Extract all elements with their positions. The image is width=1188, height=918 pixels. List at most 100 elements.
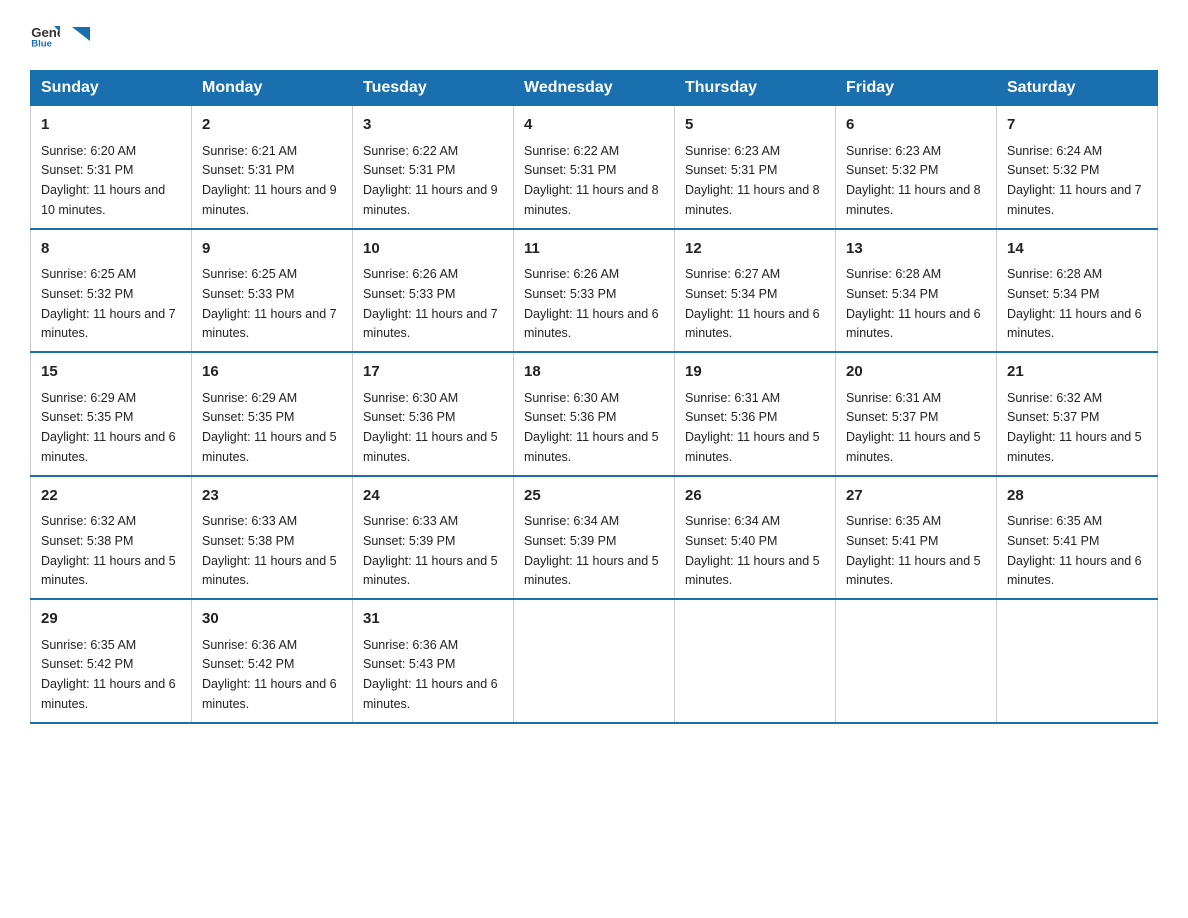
day-daylight: Daylight: 11 hours and 10 minutes. bbox=[41, 183, 165, 217]
logo-icon: General Blue bbox=[30, 20, 60, 50]
calendar-cell: 12 Sunrise: 6:27 AM Sunset: 5:34 PM Dayl… bbox=[675, 229, 836, 353]
day-sunset: Sunset: 5:35 PM bbox=[41, 410, 133, 424]
day-daylight: Daylight: 11 hours and 6 minutes. bbox=[685, 307, 820, 341]
page-header: General Blue bbox=[30, 20, 1158, 50]
calendar-cell: 15 Sunrise: 6:29 AM Sunset: 5:35 PM Dayl… bbox=[31, 352, 192, 476]
day-sunrise: Sunrise: 6:24 AM bbox=[1007, 144, 1102, 158]
calendar-cell: 8 Sunrise: 6:25 AM Sunset: 5:32 PM Dayli… bbox=[31, 229, 192, 353]
calendar-cell: 23 Sunrise: 6:33 AM Sunset: 5:38 PM Dayl… bbox=[192, 476, 353, 600]
day-sunrise: Sunrise: 6:34 AM bbox=[524, 514, 619, 528]
day-sunrise: Sunrise: 6:20 AM bbox=[41, 144, 136, 158]
weekday-header-tuesday: Tuesday bbox=[353, 71, 514, 106]
day-daylight: Daylight: 11 hours and 6 minutes. bbox=[41, 677, 176, 711]
calendar-week-row: 8 Sunrise: 6:25 AM Sunset: 5:32 PM Dayli… bbox=[31, 229, 1158, 353]
day-sunrise: Sunrise: 6:31 AM bbox=[846, 391, 941, 405]
day-daylight: Daylight: 11 hours and 5 minutes. bbox=[846, 554, 981, 588]
day-sunrise: Sunrise: 6:32 AM bbox=[1007, 391, 1102, 405]
calendar-week-row: 29 Sunrise: 6:35 AM Sunset: 5:42 PM Dayl… bbox=[31, 599, 1158, 723]
calendar-cell: 6 Sunrise: 6:23 AM Sunset: 5:32 PM Dayli… bbox=[836, 106, 997, 229]
day-sunrise: Sunrise: 6:33 AM bbox=[202, 514, 297, 528]
calendar-cell bbox=[997, 599, 1158, 723]
day-daylight: Daylight: 11 hours and 6 minutes. bbox=[846, 307, 981, 341]
day-number: 3 bbox=[363, 114, 503, 137]
day-number: 15 bbox=[41, 361, 181, 384]
day-number: 11 bbox=[524, 238, 664, 261]
day-number: 18 bbox=[524, 361, 664, 384]
calendar-cell: 7 Sunrise: 6:24 AM Sunset: 5:32 PM Dayli… bbox=[997, 106, 1158, 229]
day-daylight: Daylight: 11 hours and 8 minutes. bbox=[524, 183, 659, 217]
day-sunset: Sunset: 5:31 PM bbox=[363, 163, 455, 177]
calendar-table: SundayMondayTuesdayWednesdayThursdayFrid… bbox=[30, 70, 1158, 724]
day-number: 30 bbox=[202, 608, 342, 631]
day-sunrise: Sunrise: 6:25 AM bbox=[202, 267, 297, 281]
calendar-cell bbox=[514, 599, 675, 723]
calendar-cell: 28 Sunrise: 6:35 AM Sunset: 5:41 PM Dayl… bbox=[997, 476, 1158, 600]
day-daylight: Daylight: 11 hours and 6 minutes. bbox=[41, 430, 176, 464]
day-number: 21 bbox=[1007, 361, 1147, 384]
weekday-header-friday: Friday bbox=[836, 71, 997, 106]
day-daylight: Daylight: 11 hours and 5 minutes. bbox=[1007, 430, 1142, 464]
day-number: 9 bbox=[202, 238, 342, 261]
calendar-week-row: 1 Sunrise: 6:20 AM Sunset: 5:31 PM Dayli… bbox=[31, 106, 1158, 229]
day-number: 25 bbox=[524, 485, 664, 508]
day-number: 5 bbox=[685, 114, 825, 137]
day-sunrise: Sunrise: 6:26 AM bbox=[363, 267, 458, 281]
calendar-cell: 29 Sunrise: 6:35 AM Sunset: 5:42 PM Dayl… bbox=[31, 599, 192, 723]
day-daylight: Daylight: 11 hours and 5 minutes. bbox=[685, 554, 820, 588]
calendar-cell: 1 Sunrise: 6:20 AM Sunset: 5:31 PM Dayli… bbox=[31, 106, 192, 229]
day-daylight: Daylight: 11 hours and 5 minutes. bbox=[41, 554, 176, 588]
day-sunrise: Sunrise: 6:30 AM bbox=[363, 391, 458, 405]
day-sunrise: Sunrise: 6:22 AM bbox=[524, 144, 619, 158]
day-sunrise: Sunrise: 6:29 AM bbox=[41, 391, 136, 405]
day-sunrise: Sunrise: 6:23 AM bbox=[685, 144, 780, 158]
day-daylight: Daylight: 11 hours and 6 minutes. bbox=[524, 307, 659, 341]
day-sunset: Sunset: 5:31 PM bbox=[524, 163, 616, 177]
weekday-header-sunday: Sunday bbox=[31, 71, 192, 106]
day-sunset: Sunset: 5:33 PM bbox=[524, 287, 616, 301]
day-daylight: Daylight: 11 hours and 7 minutes. bbox=[41, 307, 176, 341]
day-daylight: Daylight: 11 hours and 5 minutes. bbox=[524, 554, 659, 588]
day-number: 17 bbox=[363, 361, 503, 384]
day-sunrise: Sunrise: 6:22 AM bbox=[363, 144, 458, 158]
day-daylight: Daylight: 11 hours and 8 minutes. bbox=[846, 183, 981, 217]
day-number: 26 bbox=[685, 485, 825, 508]
day-sunrise: Sunrise: 6:31 AM bbox=[685, 391, 780, 405]
day-number: 22 bbox=[41, 485, 181, 508]
day-sunset: Sunset: 5:32 PM bbox=[41, 287, 133, 301]
day-sunrise: Sunrise: 6:29 AM bbox=[202, 391, 297, 405]
day-number: 8 bbox=[41, 238, 181, 261]
calendar-cell bbox=[675, 599, 836, 723]
day-sunset: Sunset: 5:39 PM bbox=[363, 534, 455, 548]
day-sunset: Sunset: 5:41 PM bbox=[1007, 534, 1099, 548]
day-number: 6 bbox=[846, 114, 986, 137]
calendar-cell: 11 Sunrise: 6:26 AM Sunset: 5:33 PM Dayl… bbox=[514, 229, 675, 353]
day-sunset: Sunset: 5:34 PM bbox=[1007, 287, 1099, 301]
day-number: 13 bbox=[846, 238, 986, 261]
calendar-cell: 5 Sunrise: 6:23 AM Sunset: 5:31 PM Dayli… bbox=[675, 106, 836, 229]
day-daylight: Daylight: 11 hours and 5 minutes. bbox=[846, 430, 981, 464]
day-sunset: Sunset: 5:38 PM bbox=[41, 534, 133, 548]
day-daylight: Daylight: 11 hours and 6 minutes. bbox=[1007, 307, 1142, 341]
day-sunset: Sunset: 5:41 PM bbox=[846, 534, 938, 548]
day-daylight: Daylight: 11 hours and 5 minutes. bbox=[363, 430, 498, 464]
day-sunset: Sunset: 5:42 PM bbox=[41, 657, 133, 671]
day-number: 31 bbox=[363, 608, 503, 631]
day-sunset: Sunset: 5:36 PM bbox=[685, 410, 777, 424]
day-sunrise: Sunrise: 6:32 AM bbox=[41, 514, 136, 528]
calendar-cell bbox=[836, 599, 997, 723]
day-number: 19 bbox=[685, 361, 825, 384]
day-daylight: Daylight: 11 hours and 5 minutes. bbox=[363, 554, 498, 588]
weekday-header-monday: Monday bbox=[192, 71, 353, 106]
day-daylight: Daylight: 11 hours and 6 minutes. bbox=[1007, 554, 1142, 588]
day-number: 1 bbox=[41, 114, 181, 137]
day-sunset: Sunset: 5:40 PM bbox=[685, 534, 777, 548]
day-number: 7 bbox=[1007, 114, 1147, 137]
calendar-cell: 17 Sunrise: 6:30 AM Sunset: 5:36 PM Dayl… bbox=[353, 352, 514, 476]
day-sunset: Sunset: 5:37 PM bbox=[846, 410, 938, 424]
day-sunrise: Sunrise: 6:34 AM bbox=[685, 514, 780, 528]
calendar-cell: 18 Sunrise: 6:30 AM Sunset: 5:36 PM Dayl… bbox=[514, 352, 675, 476]
day-number: 4 bbox=[524, 114, 664, 137]
day-daylight: Daylight: 11 hours and 7 minutes. bbox=[202, 307, 337, 341]
calendar-cell: 9 Sunrise: 6:25 AM Sunset: 5:33 PM Dayli… bbox=[192, 229, 353, 353]
day-number: 29 bbox=[41, 608, 181, 631]
